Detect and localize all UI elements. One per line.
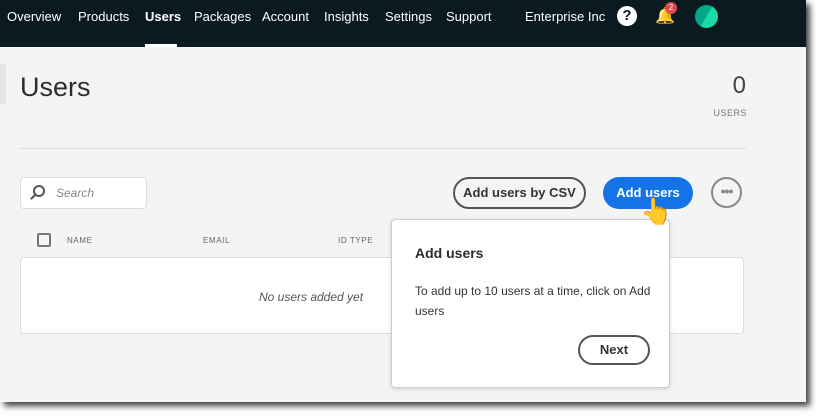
search-input[interactable]: Search [20,177,147,209]
nav-settings[interactable]: Settings [385,9,432,24]
org-switcher[interactable]: Enterprise Inc [525,9,605,24]
top-nav: Overview Products Users Packages Account… [0,0,806,47]
coachmark-popover: Add users To add up to 10 users at a tim… [391,219,670,388]
popover-title: Add users [415,245,484,261]
nav-insights[interactable]: Insights [324,9,369,24]
header-email[interactable]: EMAIL [203,236,230,245]
search-placeholder: Search [56,186,95,200]
add-users-by-csv-button[interactable]: Add users by CSV [453,177,586,209]
nav-products[interactable]: Products [78,9,129,24]
page-title: Users [20,72,91,102]
search-icon [33,185,45,197]
side-tab[interactable] [0,64,6,104]
divider [20,148,746,149]
notification-badge: 2 [665,2,677,14]
nav-support[interactable]: Support [446,9,492,24]
user-count-label: USERS [713,108,747,118]
app-window: Overview Products Users Packages Account… [0,0,806,402]
nav-overview[interactable]: Overview [7,9,61,24]
user-count: 0 [732,72,746,99]
help-icon[interactable]: ? [617,6,637,26]
nav-packages[interactable]: Packages [194,9,251,24]
next-button[interactable]: Next [578,335,650,365]
header-name[interactable]: NAME [67,236,93,245]
more-options-button[interactable]: ••• [711,177,742,208]
hand-cursor-icon: 👆 [640,196,673,226]
nav-account[interactable]: Account [262,9,309,24]
nav-users[interactable]: Users [145,9,181,24]
popover-body: To add up to 10 users at a time, click o… [415,284,651,318]
header-id-type[interactable]: ID TYPE [338,236,373,245]
select-all-checkbox[interactable] [37,233,51,247]
avatar[interactable] [695,5,718,28]
active-tab-indicator [145,44,177,47]
